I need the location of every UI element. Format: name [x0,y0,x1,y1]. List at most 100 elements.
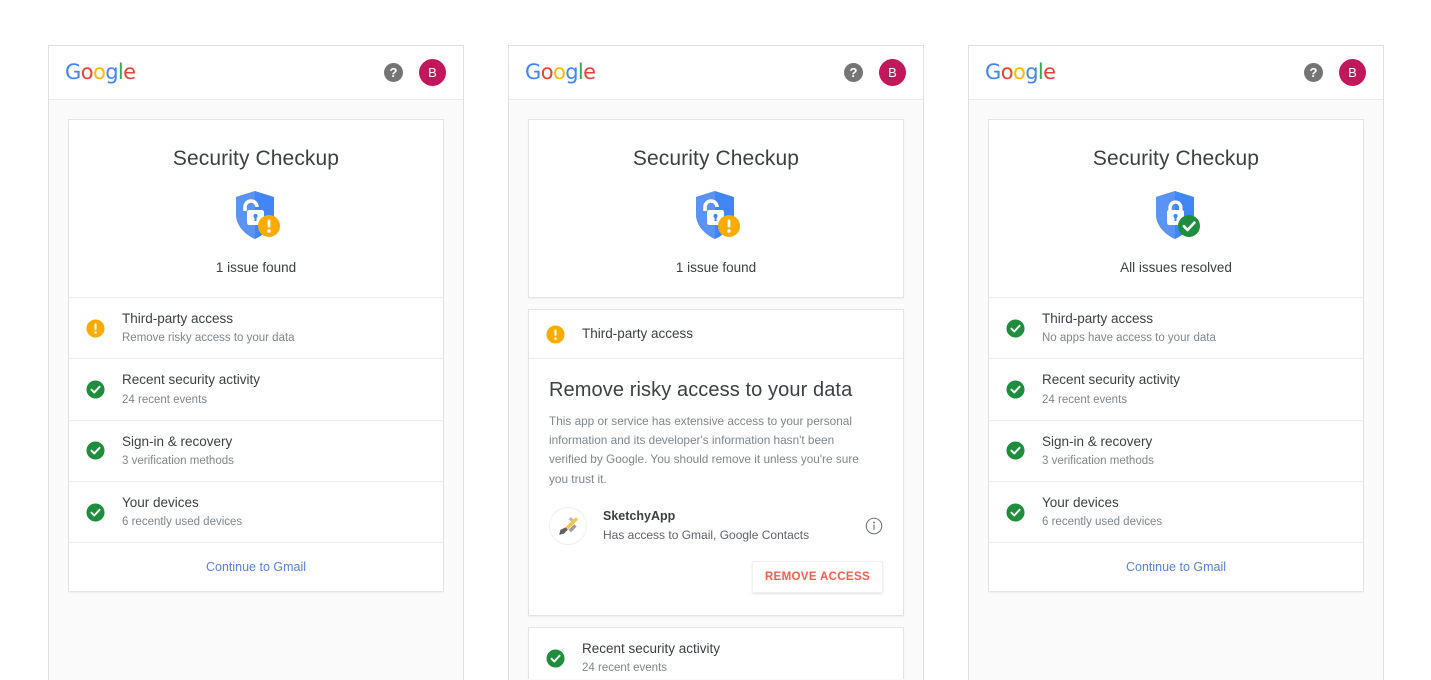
list-item-recent-security-activity[interactable]: Recent security activity 24 recent event… [989,358,1363,419]
detail-title: Remove risky access to your data [549,379,853,401]
security-checkup-card: Security Checkup 1 issue found [528,119,904,298]
list-item-your-devices[interactable]: Your devices 6 recently used devices [69,480,443,542]
detail-body: This app or service has extensive access… [549,414,859,486]
logo-letter: e [123,60,136,84]
hero-status-text: 1 issue found [675,260,757,275]
issue-detail: Remove risky access to your data This ap… [529,358,903,615]
logo-letter: o [1012,60,1026,84]
page-title: Security Checkup [172,147,340,170]
app-entry: SketchyApp Has access to Gmail, Google C… [549,505,883,545]
security-checkup-card: Security Checkup All issues resolved Thi… [988,119,1364,593]
check-circle-icon [546,649,565,668]
logo-letter: o [552,60,566,84]
panel-overview-resolved: Google ? B Security Checkup All issues r… [968,45,1384,680]
footer-link-row: Continue to Gmail [989,542,1363,591]
hero-section: Security Checkup 1 issue found [529,120,903,297]
logo-letter: g [1025,60,1038,84]
list-item-text: Third-party access [582,325,693,343]
avatar[interactable]: B [419,59,446,86]
paintbrush-icon [549,506,587,545]
list-item-sign-in-and-recovery[interactable]: Sign-in & recovery 3 verification method… [69,419,443,481]
list-item-title: Your devices [122,494,199,510]
remaining-checks-card: Recent security activity 24 recent event… [528,626,904,679]
list-item-title: Sign-in & recovery [1042,433,1153,449]
hero-status-text: All issues resolved [1120,260,1232,275]
list-item-third-party-access[interactable]: Third-party access Remove risky access t… [69,297,443,358]
list-item-subtitle: 24 recent events [1042,393,1128,406]
list-item-title: Third-party access [1042,311,1154,326]
info-icon[interactable] [865,517,883,535]
check-circle-icon [86,441,105,460]
list-item-text: Sign-in & recovery 3 verification method… [122,433,234,469]
list-item-title: Sign-in & recovery [122,433,233,449]
list-item-text: Your devices 6 recently used devices [1042,494,1162,530]
panel-detail-third-party: Google ? B Security Checkup 1 issue foun… [508,45,924,680]
logo-letter: g [565,60,578,84]
check-circle-icon [86,380,105,399]
avatar[interactable]: B [1339,59,1366,86]
logo-letter: G [65,60,81,84]
list-item-text: Recent security activity 24 recent event… [1042,371,1180,407]
security-checkup-card: Security Checkup 1 issue found [68,119,444,593]
list-item-subtitle: 6 recently used devices [122,516,243,529]
list-item-recent-security-activity[interactable]: Recent security activity 24 recent event… [529,628,903,679]
help-icon[interactable]: ? [384,63,403,82]
page-title: Security Checkup [632,147,800,170]
detail-actions: REMOVE ACCESS [549,560,883,593]
list-item-title: Recent security activity [122,372,261,388]
list-item-subtitle: 6 recently used devices [1042,516,1163,529]
list-item-your-devices[interactable]: Your devices 6 recently used devices [989,480,1363,542]
list-item-sign-in-and-recovery[interactable]: Sign-in & recovery 3 verification method… [989,419,1363,481]
hero-status-text: 1 issue found [215,260,297,275]
google-logo[interactable]: Google [985,62,1056,83]
help-icon[interactable]: ? [1304,63,1323,82]
list-item-recent-security-activity[interactable]: Recent security activity 24 recent event… [69,358,443,419]
app-header: Google ? B [969,46,1383,100]
header-actions: ? B [1304,59,1366,86]
continue-to-gmail-link[interactable]: Continue to Gmail [206,560,306,574]
check-circle-icon [1006,319,1025,338]
hero-section: Security Checkup All issues resolved [989,120,1363,297]
list-item-subtitle: No apps have access to your data [1042,332,1216,345]
list-item-subtitle: 3 verification methods [122,454,234,467]
header-actions: ? B [844,59,906,86]
list-item-title: Third-party access [122,311,234,326]
expanded-item-header[interactable]: Third-party access [529,310,903,358]
help-icon[interactable]: ? [844,63,863,82]
google-logo[interactable]: Google [525,62,596,83]
list-item-subtitle: 24 recent events [122,393,208,406]
list-item-text: Third-party access No apps have access t… [1042,310,1216,346]
screenshot-stage: Google ? B Security Checkup 1 issue foun… [0,0,1431,680]
shield-warning-icon [236,191,280,239]
list-item-title: Recent security activity [582,640,721,656]
list-item-subtitle: 3 verification methods [1042,454,1154,467]
list-item-third-party-access[interactable]: Third-party access No apps have access t… [989,297,1363,358]
remove-access-button[interactable]: REMOVE ACCESS [751,560,883,593]
check-circle-icon [1006,380,1025,399]
continue-to-gmail-link[interactable]: Continue to Gmail [1126,560,1226,574]
warning-icon [546,324,565,344]
app-header: Google ? B [509,46,923,100]
expanded-issue-card: Third-party access Remove risky access t… [528,309,904,616]
footer-link-row: Continue to Gmail [69,542,443,591]
logo-letter: g [105,60,118,84]
panel-overview-issue: Google ? B Security Checkup 1 issue foun… [48,45,464,680]
google-logo[interactable]: Google [65,62,136,83]
shield-success-icon [1156,191,1200,239]
logo-letter: e [1043,60,1056,84]
list-item-title: Third-party access [582,325,694,341]
check-circle-icon [1006,503,1025,522]
list-item-text: Sign-in & recovery 3 verification method… [1042,433,1154,469]
app-name: SketchyApp [603,508,676,523]
avatar[interactable]: B [879,59,906,86]
list-item-title: Your devices [1042,494,1119,510]
app-header: Google ? B [49,46,463,100]
list-item-text: Your devices 6 recently used devices [122,494,242,530]
panel-content: Security Checkup 1 issue found Third-par… [49,100,463,679]
shield-warning-icon [696,191,740,239]
header-actions: ? B [384,59,446,86]
check-circle-icon [86,503,105,522]
logo-letter: G [985,60,1001,84]
logo-letter: o [80,60,94,84]
warning-icon [86,319,105,338]
